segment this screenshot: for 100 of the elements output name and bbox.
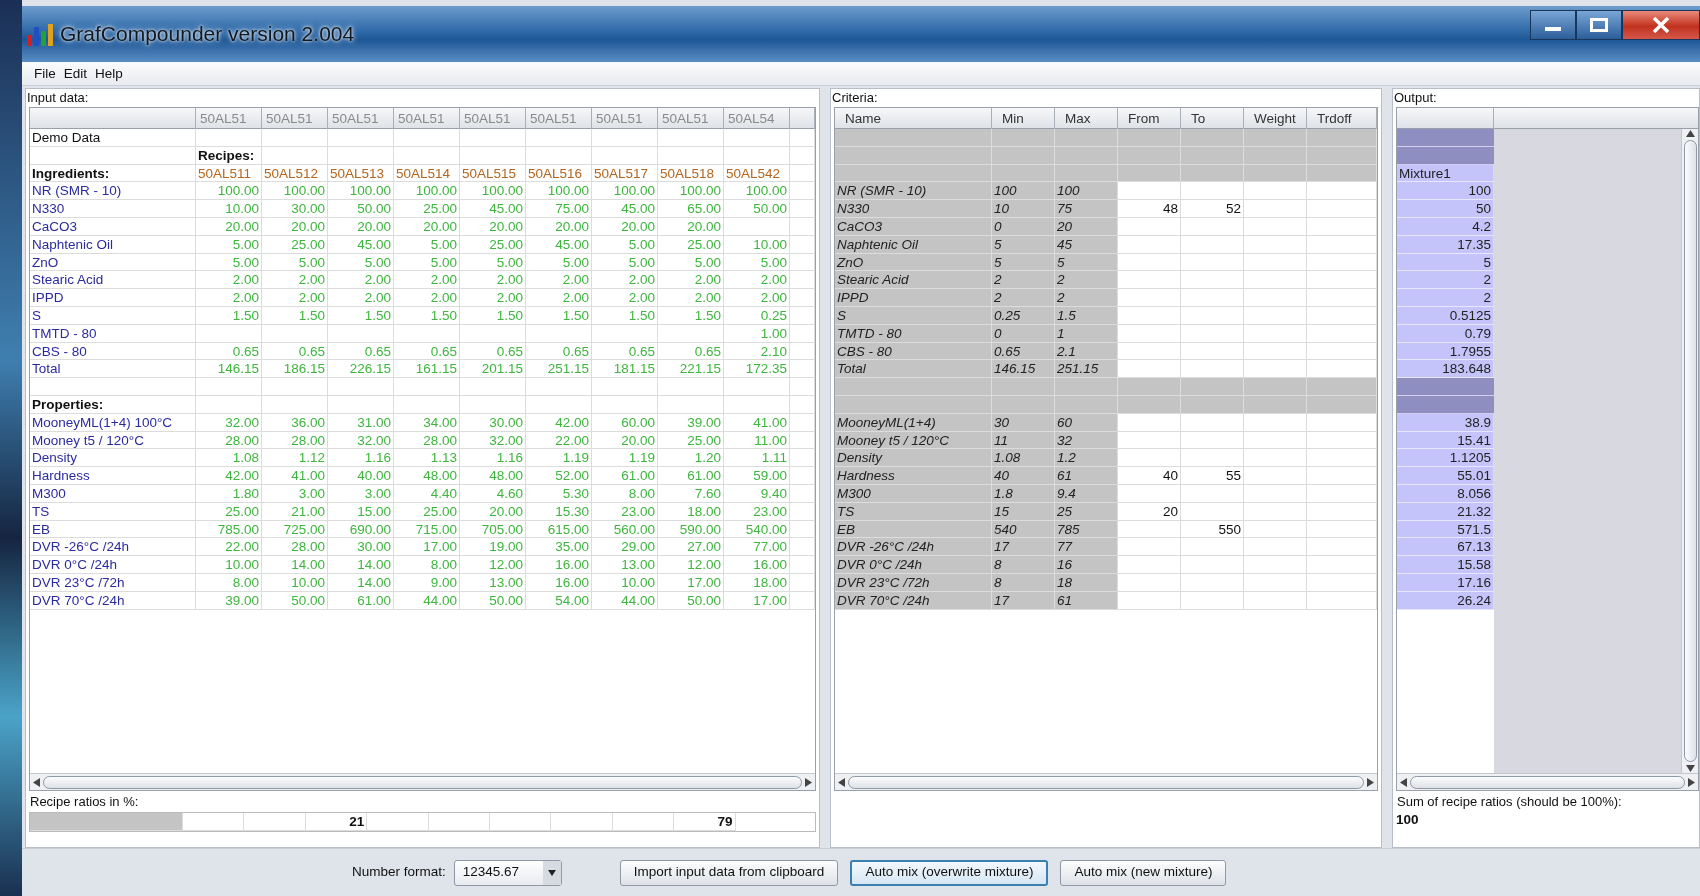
vertical-scrollbar[interactable] [1681,129,1698,773]
table-cell: 61.00 [658,467,724,485]
table-cell: 35.00 [526,538,592,557]
table-cell: MooneyML(1+4) 100°C [30,413,196,432]
left-arrow-icon[interactable] [1399,777,1408,787]
empty-cell [394,395,460,414]
close-button[interactable] [1622,10,1700,40]
horizontal-scrollbar[interactable] [1397,773,1698,790]
empty-cell [592,395,658,414]
table-cell: Naphtenic Oil [30,235,196,254]
table-cell: 0.65 [394,342,460,361]
table-cell: 17.00 [724,591,790,610]
empty-cell [526,129,592,147]
empty-cell [1307,271,1377,290]
table-cell: 22.00 [196,538,262,557]
empty-cell [790,395,815,414]
ratio-field[interactable] [428,813,490,831]
action-button[interactable]: Auto mix (overwrite mixture) [850,859,1049,886]
left-arrow-icon[interactable] [32,777,41,787]
table-cell: IPPD [30,289,196,307]
table-cell: 1.08 [992,449,1055,468]
empty-cell [790,413,815,432]
empty-cell [790,573,815,592]
down-arrow-icon[interactable] [1685,764,1695,773]
scroll-thumb[interactable] [1683,140,1697,762]
table-cell: 5.00 [724,253,790,272]
table-cell: DVR 0°C /24h [835,556,992,574]
table-cell: 52.00 [526,467,592,485]
minimize-button[interactable] [1530,10,1576,40]
empty-cell [1244,182,1307,201]
table-cell: TS [30,502,196,521]
table-cell: 34.00 [394,413,460,432]
scroll-thumb[interactable] [848,775,1364,789]
empty-cell [328,129,394,147]
menu-item[interactable]: Edit [63,64,88,83]
table-cell: 100.00 [262,182,328,201]
table-cell: 42.00 [526,413,592,432]
scroll-thumb[interactable] [1410,775,1685,789]
empty-cell [790,182,815,201]
table-cell: 5.00 [394,253,460,272]
table-cell: 8.00 [196,573,262,592]
right-arrow-icon[interactable] [1366,777,1375,787]
table-cell: 5.00 [196,235,262,254]
action-button[interactable]: Import input data from clipboard [619,859,839,886]
table-cell: 16.00 [526,573,592,592]
table-cell: 50AL518 [658,164,724,183]
table-cell: 100 [1055,182,1118,201]
table-cell: 16.00 [526,556,592,574]
table-cell: 1.20 [658,449,724,468]
table-cell: 5.00 [196,253,262,272]
empty-cell [790,306,815,325]
empty-cell [790,467,815,485]
menu-item[interactable]: File [34,64,56,83]
empty-cell [1181,235,1244,254]
right-arrow-icon[interactable] [804,777,813,787]
empty-cell [1181,324,1244,343]
table-cell: 146.15 [196,360,262,379]
right-arrow-icon[interactable] [1687,777,1696,787]
table-cell: Recipes: [196,146,262,165]
table-cell: 1.13 [394,449,460,468]
menu-item[interactable]: Help [95,64,123,83]
up-arrow-icon[interactable] [1685,129,1695,138]
ratio-field[interactable] [183,813,245,831]
horizontal-scrollbar[interactable] [835,773,1377,790]
table-cell: 28.00 [262,431,328,450]
table-cell: 50AL513 [328,164,394,183]
table-cell: 61 [1055,467,1118,485]
empty-cell [328,146,394,165]
table-cell: 251.15 [526,360,592,379]
empty-cell [1244,431,1307,450]
table-cell: 5.00 [262,253,328,272]
table-cell: 100.00 [394,182,460,201]
empty-cell [790,591,815,610]
empty-cell [1307,324,1377,343]
table-cell: CaCO3 [30,218,196,236]
ratio-field[interactable]: 79 [674,813,736,831]
empty-cell [1244,573,1307,592]
ratio-field[interactable] [612,813,675,831]
empty-cell [790,200,815,218]
ratio-field[interactable] [489,813,552,831]
left-arrow-icon[interactable] [837,777,846,787]
action-button[interactable]: Auto mix (new mixture) [1060,859,1227,886]
empty-cell [1244,484,1307,503]
ratio-field[interactable] [367,813,429,831]
empty-cell [262,378,328,396]
empty-cell [1181,218,1244,236]
table-cell: 1.50 [658,306,724,325]
table-cell: 20.00 [196,218,262,236]
ratio-field[interactable] [244,813,306,831]
empty-cell [1181,484,1244,503]
horizontal-scrollbar[interactable] [30,773,815,790]
empty-cell [1307,573,1377,592]
number-format-dropdown[interactable]: 12345.67 [453,859,562,886]
table-cell: 10.00 [592,573,658,592]
ratio-field[interactable] [551,813,613,831]
table-cell: 183.648 [1397,360,1494,379]
scroll-thumb[interactable] [43,775,802,789]
maximize-button[interactable] [1576,10,1622,40]
ratio-field[interactable]: 21 [305,813,368,831]
empty-cell [724,146,790,165]
